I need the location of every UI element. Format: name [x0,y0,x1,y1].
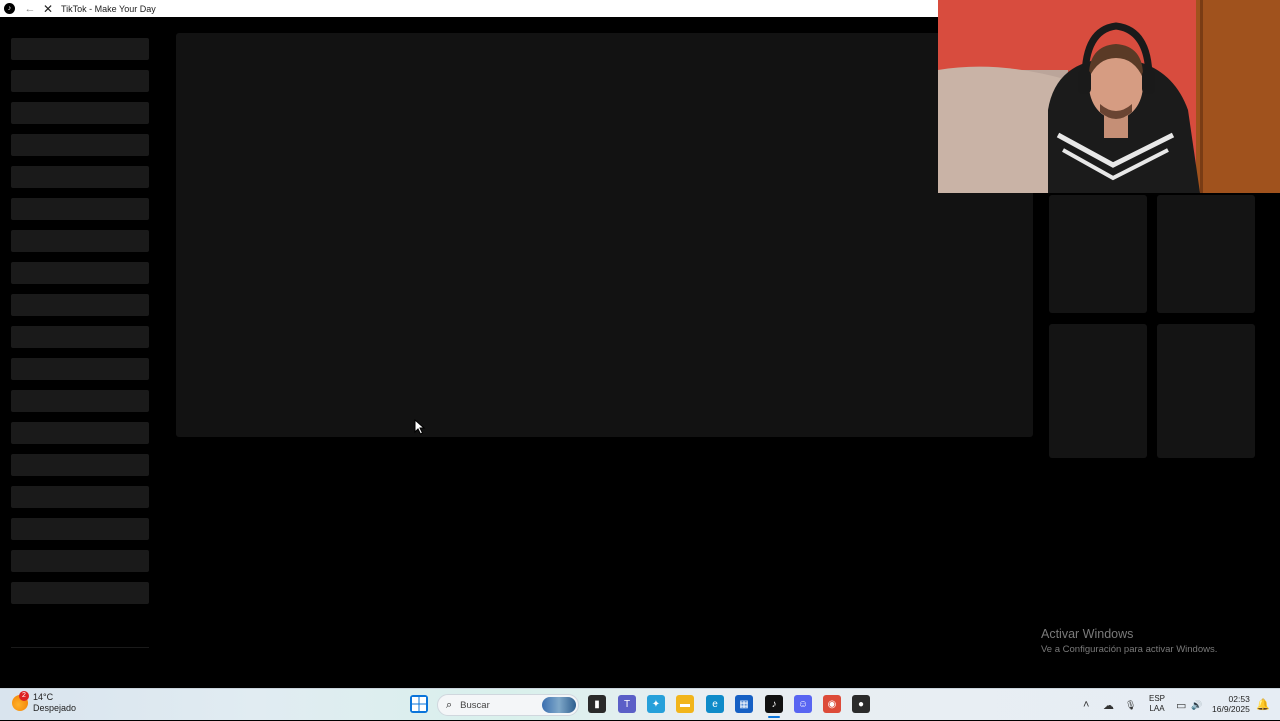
weather-badge: 2 [19,691,29,701]
sidebar-skeleton-item [11,326,149,348]
start-button[interactable] [410,695,428,713]
video-card-skeleton [1157,195,1255,313]
activation-title: Activar Windows [1041,627,1134,641]
teams-button[interactable]: T [618,695,636,713]
sidebar-skeleton-item [11,134,149,156]
sidebar-skeleton-item [11,454,149,476]
copilot-button[interactable]: ✦ [647,695,665,713]
sidebar-skeleton-item [11,166,149,188]
sidebar-skeleton-item [11,550,149,572]
language-line-2: LAA [1149,704,1165,713]
tiktok-active-indicator [768,716,780,718]
sidebar-divider [11,647,149,648]
clock-time: 02:53 [1228,694,1250,704]
taskbar-search[interactable]: ⌕ Buscar [437,694,579,716]
sidebar-skeleton-item [11,102,149,124]
webcam-feed [938,0,1280,193]
stop-loading-icon[interactable]: ✕ [41,2,55,16]
sidebar-skeleton-item [11,422,149,444]
clock-date: 16/9/2025 [1212,704,1250,714]
sidebar-skeleton-item [11,38,149,60]
chrome-button[interactable]: ◉ [823,695,841,713]
window-title: TikTok - Make Your Day [61,3,156,14]
back-arrow-icon[interactable]: ← [23,3,37,15]
search-highlight-image [542,697,576,713]
sidebar-skeleton-item [11,582,149,604]
sidebar-skeleton-item [11,518,149,540]
sidebar-skeleton-item [11,70,149,92]
weather-widget[interactable]: 2 14°C Despejado [12,691,77,714]
tiktok-button[interactable]: ♪ [765,695,783,713]
file-explorer-button[interactable]: ▬ [676,695,694,713]
main-content-skeleton [176,33,1033,437]
clock[interactable]: 02:53 16/9/2025 [1212,694,1250,714]
discord-button[interactable]: ☺ [794,695,812,713]
sidebar-skeleton-item [11,230,149,252]
tiktok-icon: ♪ [4,3,15,14]
sidebar-skeleton [11,38,149,614]
obs-button[interactable]: ● [852,695,870,713]
sidebar-skeleton-item [11,262,149,284]
video-card-skeleton [1049,324,1147,458]
volume-icon[interactable]: 🔊 [1191,700,1202,711]
language-indicator[interactable]: ESP LAA [1149,694,1165,714]
language-line-1: ESP [1149,694,1166,703]
sidebar-skeleton-item [11,294,149,316]
onedrive-icon[interactable]: ☁ [1103,699,1114,712]
sidebar-skeleton-item [11,486,149,508]
microphone-icon[interactable]: 🎙 [1125,700,1136,711]
activation-subtitle: Ve a Configuración para activar Windows. [1041,644,1218,655]
sidebar-skeleton-item [11,390,149,412]
sun-icon: 2 [12,691,29,711]
mouse-pointer-icon [414,418,426,440]
edge-button[interactable]: e [706,695,724,713]
show-hidden-icons-chevron-icon[interactable]: ˄ [1083,699,1089,711]
windows-activation-watermark: Activar Windows Ve a Configuración para … [1041,627,1217,655]
weather-temperature: 14°C [33,692,54,702]
notifications-bell-icon[interactable]: 🔔 [1256,698,1270,711]
windows-logo-icon [412,697,426,711]
sidebar-skeleton-item [11,198,149,220]
store-button[interactable]: ▦ [735,695,753,713]
sidebar-skeleton-item [11,358,149,380]
webcam-overlay [938,0,1280,193]
search-placeholder: Buscar [460,699,490,711]
network-icon[interactable]: ▭ [1176,699,1186,712]
video-card-skeleton [1049,195,1147,313]
video-card-skeleton [1157,324,1255,458]
taskbar: 2 14°C Despejado ⌕ Buscar ▮ T ✦ ▬ e ▦ ♪ … [0,688,1280,720]
search-icon: ⌕ [446,698,453,711]
task-view-button[interactable]: ▮ [588,695,606,713]
weather-condition: Despejado [33,703,77,713]
